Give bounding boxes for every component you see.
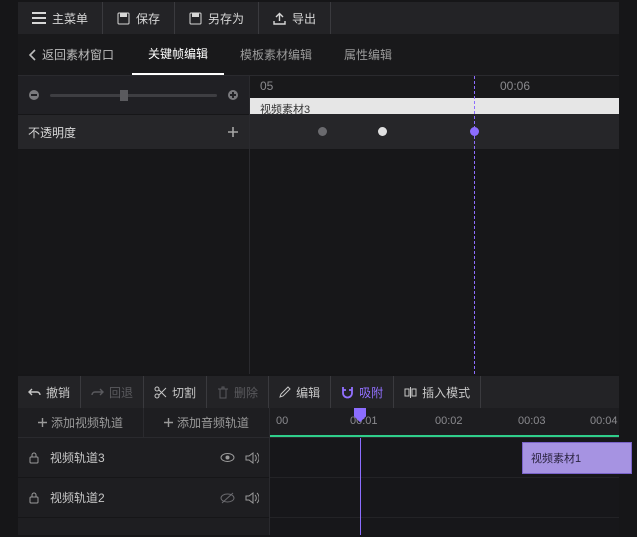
- redo-button[interactable]: 回退: [81, 376, 144, 408]
- timeline-playhead[interactable]: [360, 438, 361, 535]
- add-video-track-button[interactable]: 添加视频轨道: [18, 408, 144, 437]
- property-row-opacity[interactable]: 不透明度: [18, 114, 249, 150]
- back-label: 返回素材窗口: [42, 46, 114, 63]
- track-name: 视频轨道2: [50, 489, 210, 506]
- ruler-tick: 05: [260, 79, 273, 93]
- timeline-toolbar: 撤销 回退 切割 删除 编辑 吸附 插入模式: [18, 376, 619, 408]
- scissors-icon: [154, 386, 167, 399]
- timeline-track[interactable]: [270, 478, 619, 518]
- track-label-column: 视频轨道3 视频轨道2: [18, 438, 270, 535]
- ruler-tick: 00: [276, 415, 288, 427]
- main-timeline: 添加视频轨道 添加音频轨道 00 00:01 00:02 00:03 00:04…: [18, 408, 619, 535]
- tab-template[interactable]: 模板素材编辑: [224, 34, 328, 75]
- main-menu-button[interactable]: 主菜单: [18, 2, 103, 34]
- trash-icon: [217, 386, 229, 399]
- ruler-tick: 00:04: [590, 415, 618, 427]
- keyframe-dot[interactable]: [378, 127, 387, 136]
- track-name: 视频轨道3: [50, 449, 210, 466]
- undo-button[interactable]: 撤销: [18, 376, 81, 408]
- keyframe-ruler[interactable]: 05 00:06 视频素材3: [250, 76, 619, 114]
- export-button[interactable]: 导出: [259, 2, 331, 34]
- keyframe-track[interactable]: [250, 114, 619, 150]
- keyframe-panel: 返回素材窗口 关键帧编辑 模板素材编辑 属性编辑 不透明度 05: [18, 34, 619, 374]
- export-icon: [273, 12, 286, 25]
- tab-property[interactable]: 属性编辑: [328, 34, 408, 75]
- save-button[interactable]: 保存: [103, 2, 175, 34]
- insert-mode-button[interactable]: 插入模式: [394, 376, 481, 408]
- export-label: 导出: [292, 10, 316, 27]
- zoom-slider[interactable]: [50, 94, 217, 97]
- redo-icon: [91, 387, 104, 398]
- zoom-slider-row: [18, 76, 249, 114]
- panel-tabs: 返回素材窗口 关键帧编辑 模板素材编辑 属性编辑: [18, 34, 619, 76]
- add-audio-track-button[interactable]: 添加音频轨道: [144, 408, 270, 437]
- edit-button[interactable]: 编辑: [269, 376, 331, 408]
- track-area[interactable]: 视频素材1: [270, 438, 619, 535]
- eye-off-icon[interactable]: [220, 492, 235, 504]
- plus-small-icon: [164, 418, 173, 427]
- ruler-tick: 00:03: [518, 415, 546, 427]
- save-as-label: 另存为: [208, 10, 244, 27]
- insert-icon: [404, 386, 417, 399]
- add-keyframe-icon[interactable]: [227, 126, 239, 138]
- minus-icon[interactable]: [28, 89, 40, 101]
- undo-icon: [28, 387, 41, 398]
- zoom-slider-thumb[interactable]: [120, 90, 128, 101]
- save-as-button[interactable]: 另存为: [175, 2, 259, 34]
- track-label-row: 视频轨道2: [18, 478, 269, 518]
- plus-icon[interactable]: [227, 89, 239, 101]
- track-label-row: 视频轨道3: [18, 438, 269, 478]
- ruler-tick: 00:02: [435, 415, 463, 427]
- keyframe-clip[interactable]: 视频素材3: [250, 98, 619, 114]
- chevron-left-icon: [28, 49, 36, 61]
- speaker-icon[interactable]: [245, 452, 259, 464]
- menu-icon: [32, 12, 46, 24]
- speaker-icon[interactable]: [245, 492, 259, 504]
- pencil-icon: [279, 386, 291, 398]
- property-list: 不透明度: [18, 76, 250, 374]
- timeline-track[interactable]: 视频素材1: [270, 438, 619, 478]
- lock-icon[interactable]: [28, 491, 40, 504]
- delete-button[interactable]: 删除: [207, 376, 269, 408]
- keyframe-playhead[interactable]: [474, 76, 475, 374]
- main-menu-label: 主菜单: [52, 10, 88, 27]
- snap-toggle[interactable]: 吸附: [331, 376, 394, 408]
- top-menu-bar: 主菜单 保存 另存为 导出: [18, 2, 619, 34]
- timeline-header: 添加视频轨道 添加音频轨道 00 00:01 00:02 00:03 00:04: [18, 408, 619, 438]
- tab-keyframe[interactable]: 关键帧编辑: [132, 34, 224, 75]
- save-label: 保存: [136, 10, 160, 27]
- save-icon: [117, 12, 130, 25]
- property-label: 不透明度: [28, 124, 76, 141]
- keyframe-timeline[interactable]: 05 00:06 视频素材3: [250, 76, 619, 374]
- back-button[interactable]: 返回素材窗口: [28, 46, 132, 63]
- timeline-clip[interactable]: 视频素材1: [522, 442, 632, 474]
- timeline-ruler[interactable]: 00 00:01 00:02 00:03 00:04: [270, 408, 619, 437]
- keyframe-dot[interactable]: [318, 127, 327, 136]
- plus-small-icon: [38, 418, 47, 427]
- eye-icon[interactable]: [220, 452, 235, 463]
- save-as-icon: [189, 12, 202, 25]
- magnet-icon: [341, 386, 354, 399]
- cut-button[interactable]: 切割: [144, 376, 207, 408]
- ruler-tick: 00:06: [500, 79, 530, 93]
- lock-icon[interactable]: [28, 451, 40, 464]
